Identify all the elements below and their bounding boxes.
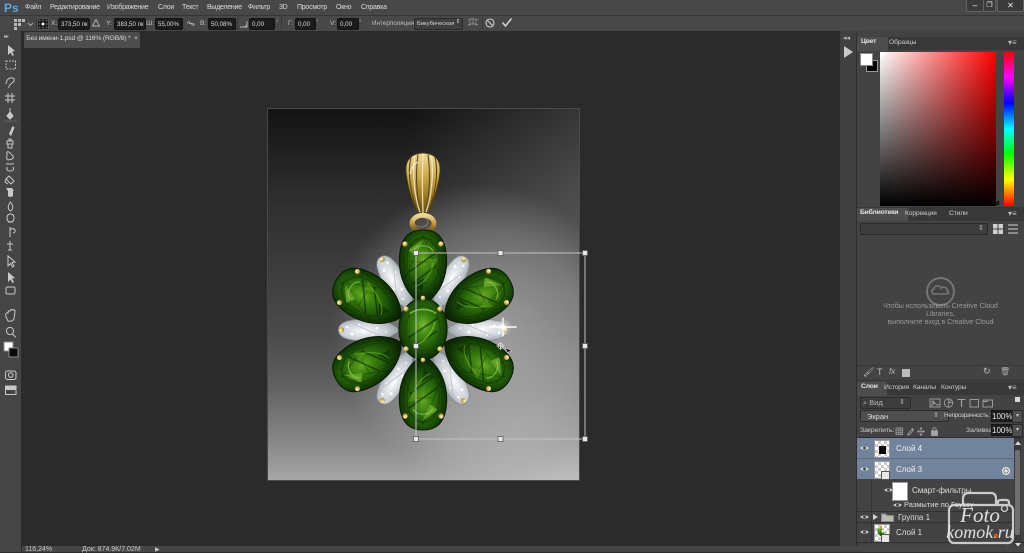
svg-text:komok.ru: komok.ru bbox=[946, 522, 1013, 542]
